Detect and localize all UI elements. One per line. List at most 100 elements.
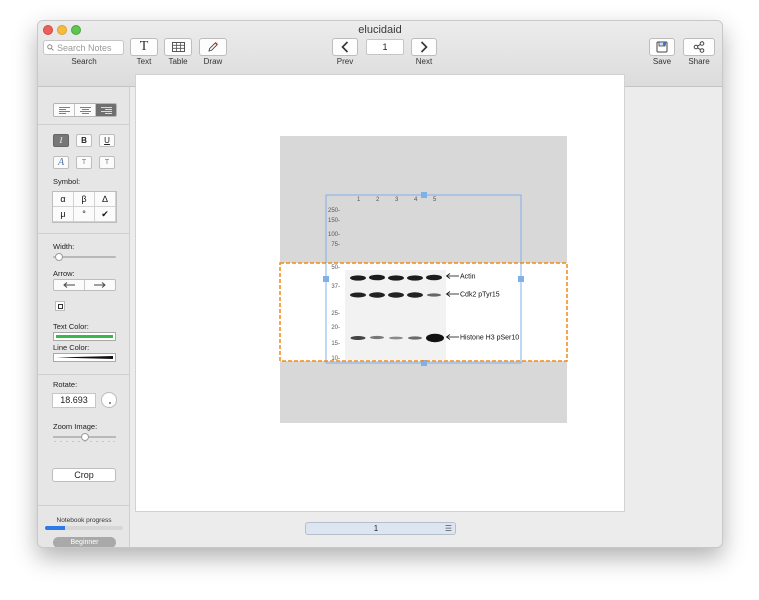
page-number-field[interactable]: 1 bbox=[366, 39, 404, 55]
table-button[interactable] bbox=[164, 38, 192, 56]
arrow-right-icon bbox=[94, 282, 106, 288]
symbol-delta-button[interactable]: ∆ bbox=[95, 192, 116, 207]
align-center-button[interactable] bbox=[75, 104, 96, 116]
width-slider-knob[interactable] bbox=[55, 253, 63, 261]
search-icon bbox=[47, 44, 54, 51]
table-icon bbox=[171, 42, 185, 52]
symbol-degree-button[interactable]: ° bbox=[74, 207, 95, 222]
arrow-right-button[interactable] bbox=[85, 280, 115, 290]
line-thickness-swatch bbox=[56, 356, 113, 359]
text-icon: T bbox=[139, 39, 149, 54]
arrow-left-icon bbox=[63, 282, 75, 288]
marker-label-75: 75- bbox=[331, 242, 340, 248]
marker-label-50: 50- bbox=[331, 265, 340, 271]
divider bbox=[38, 374, 130, 375]
symbol-check-button[interactable]: ✔ bbox=[95, 207, 116, 222]
notebook-progress-fill bbox=[45, 526, 65, 530]
marker-label-15: 15- bbox=[331, 341, 340, 347]
selection-handle-right[interactable] bbox=[518, 276, 524, 282]
notebook-progress-label: Notebook progress bbox=[56, 517, 112, 524]
text-label: Text bbox=[136, 57, 152, 66]
underline-button[interactable]: U bbox=[99, 134, 115, 147]
divider bbox=[38, 505, 130, 506]
divider bbox=[38, 124, 130, 125]
text-color-well[interactable] bbox=[53, 332, 116, 341]
italic-button[interactable]: I bbox=[53, 134, 69, 147]
next-label: Next bbox=[415, 57, 433, 66]
symbol-beta-button[interactable]: β bbox=[74, 192, 95, 207]
divider bbox=[38, 233, 130, 234]
align-left-button[interactable] bbox=[54, 104, 75, 116]
rotate-dial[interactable] bbox=[101, 392, 117, 408]
band-label-histone[interactable]: Histone H3 pSer10 bbox=[460, 335, 519, 342]
band-label-actin[interactable]: Actin bbox=[460, 274, 476, 281]
next-page-button[interactable] bbox=[411, 38, 437, 56]
align-center-icon bbox=[79, 106, 91, 114]
symbol-palette: α β ∆ μ ° ✔ bbox=[52, 191, 117, 223]
search-input[interactable]: Search Notes bbox=[43, 40, 124, 55]
save-button[interactable] bbox=[649, 38, 675, 56]
symbol-label: Symbol: bbox=[53, 177, 81, 186]
arrow-label: Arrow: bbox=[53, 269, 75, 278]
arrow-direction-control bbox=[53, 279, 116, 291]
rotate-input[interactable]: 18.693 bbox=[52, 393, 96, 408]
search-label: Search bbox=[71, 57, 97, 66]
align-right-button[interactable] bbox=[96, 104, 116, 116]
chevron-left-icon bbox=[341, 41, 349, 53]
rotate-label: Rotate: bbox=[53, 380, 78, 389]
zoom-image-knob[interactable] bbox=[81, 433, 89, 441]
blot-membrane bbox=[345, 270, 446, 360]
symbol-mu-button[interactable]: μ bbox=[53, 207, 74, 222]
shape-button[interactable] bbox=[55, 301, 65, 311]
blot-figure: 1 2 3 4 5 250- 150- 100- 75- 50- 37- 25-… bbox=[279, 136, 568, 423]
crop-button[interactable]: Crop bbox=[52, 468, 116, 482]
bold-button[interactable]: B bbox=[76, 134, 92, 147]
arrow-left-button[interactable] bbox=[54, 280, 85, 290]
band-label-cdk2[interactable]: Cdk2 pTyr15 bbox=[460, 292, 500, 299]
marker-label-20: 20- bbox=[331, 325, 340, 331]
align-left-icon bbox=[58, 106, 70, 114]
alignment-control bbox=[53, 103, 117, 117]
list-lines-icon[interactable]: ☰ bbox=[445, 525, 452, 533]
subscript-button[interactable]: T bbox=[99, 156, 115, 169]
symbol-alpha-button[interactable]: α bbox=[53, 192, 74, 207]
save-icon bbox=[656, 41, 668, 53]
window-title: elucidaid bbox=[358, 24, 402, 36]
format-sidebar: I B U A T T Symbol: α β ∆ μ ° ✔ Width: A… bbox=[38, 87, 130, 547]
notebook-progress-bar bbox=[45, 526, 123, 530]
app-window: elucidaid Search Notes Search T Text Tab… bbox=[37, 20, 723, 548]
font-button[interactable]: A bbox=[53, 156, 69, 169]
draw-label: Draw bbox=[203, 57, 223, 66]
text-color-swatch bbox=[56, 335, 113, 338]
square-icon bbox=[57, 303, 63, 309]
save-label: Save bbox=[652, 57, 672, 66]
page-navigator-number: 1 bbox=[373, 524, 379, 533]
chevron-right-icon bbox=[420, 41, 428, 53]
share-icon bbox=[693, 41, 705, 53]
line-color-well[interactable] bbox=[53, 353, 116, 362]
selection-handle-left[interactable] bbox=[323, 276, 329, 282]
text-button[interactable]: T bbox=[130, 38, 158, 56]
width-label: Width: bbox=[53, 242, 75, 251]
prev-page-button[interactable] bbox=[332, 38, 358, 56]
marker-label-37: 37- bbox=[331, 284, 340, 290]
table-label: Table bbox=[168, 57, 188, 66]
text-color-label: Text Color: bbox=[53, 322, 89, 331]
pencil-icon bbox=[208, 42, 218, 52]
share-label: Share bbox=[688, 57, 710, 66]
page-navigator[interactable]: 1 ☰ bbox=[305, 522, 456, 535]
selection-handle-top[interactable] bbox=[421, 192, 427, 198]
marker-label-250: 250- bbox=[328, 208, 340, 214]
superscript-button[interactable]: T bbox=[76, 156, 92, 169]
zoom-image-label: Zoom Image: bbox=[53, 422, 98, 431]
level-badge: Beginner bbox=[53, 537, 116, 547]
marker-label-25: 25- bbox=[331, 311, 340, 317]
line-color-label: Line Color: bbox=[53, 343, 90, 352]
marker-label-100: 100- bbox=[328, 232, 340, 238]
draw-button[interactable] bbox=[199, 38, 227, 56]
share-button[interactable] bbox=[683, 38, 715, 56]
note-page[interactable]: 1 2 3 4 5 250- 150- 100- 75- 50- 37- 25-… bbox=[135, 74, 625, 512]
prev-label: Prev bbox=[336, 57, 354, 66]
search-placeholder: Search Notes bbox=[57, 42, 112, 53]
align-right-icon bbox=[100, 106, 112, 114]
